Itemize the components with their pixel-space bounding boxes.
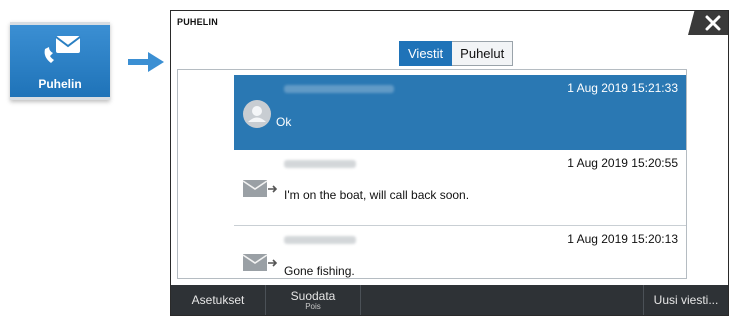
new-message-label: Uusi viesti...: [653, 293, 719, 307]
sender-redacted: [284, 236, 356, 244]
message-timestamp: 1 Aug 2019 15:21:33: [567, 81, 678, 95]
phone-dialog: PUHELIN Viestit Puhelut 1 Aug 2019 15:21…: [170, 10, 729, 316]
message-text: Ok: [276, 115, 292, 129]
sender-redacted: [284, 160, 356, 168]
phone-message-icon: [44, 36, 81, 63]
bottom-toolbar: Asetukset Suodata Pois Uusi viesti...: [171, 285, 728, 315]
message-text: I'm on the boat, will call back soon.: [284, 188, 470, 202]
settings-button[interactable]: Asetukset: [171, 285, 266, 315]
filter-button[interactable]: Suodata Pois: [266, 285, 361, 315]
sender-redacted: [284, 85, 394, 93]
close-button[interactable]: [688, 11, 728, 35]
arrow-right-icon: [128, 52, 164, 72]
dialog-title: PUHELIN: [177, 17, 218, 27]
message-text: Gone fishing.: [284, 264, 355, 278]
outgoing-message-icon: [242, 254, 278, 271]
phone-app-label: Puhelin: [38, 77, 82, 91]
message-item[interactable]: 1 Aug 2019 15:20:13 Gone fishing.: [234, 226, 686, 278]
phone-app-tile[interactable]: Puhelin: [10, 22, 110, 100]
contact-avatar-icon: [243, 100, 271, 128]
settings-label: Asetukset: [191, 293, 245, 307]
tab-messages[interactable]: Viestit: [399, 41, 453, 66]
message-timestamp: 1 Aug 2019 15:20:13: [567, 232, 678, 246]
tab-bar: Viestit Puhelut: [399, 41, 514, 66]
message-item[interactable]: 1 Aug 2019 15:20:55 I'm on the boat, wil…: [234, 150, 686, 225]
close-icon: [705, 15, 721, 31]
new-message-button[interactable]: Uusi viesti...: [643, 285, 728, 315]
filter-value: Pois: [305, 302, 321, 311]
filter-label: Suodata: [290, 289, 336, 303]
tab-calls[interactable]: Puhelut: [452, 41, 514, 66]
message-list[interactable]: 1 Aug 2019 15:21:33 Ok 1 Aug 2019 15:20:…: [177, 69, 687, 279]
message-timestamp: 1 Aug 2019 15:20:55: [567, 156, 678, 170]
message-item[interactable]: 1 Aug 2019 15:21:33 Ok: [234, 75, 686, 150]
outgoing-message-icon: [242, 180, 278, 197]
scrollbar[interactable]: [686, 70, 687, 108]
